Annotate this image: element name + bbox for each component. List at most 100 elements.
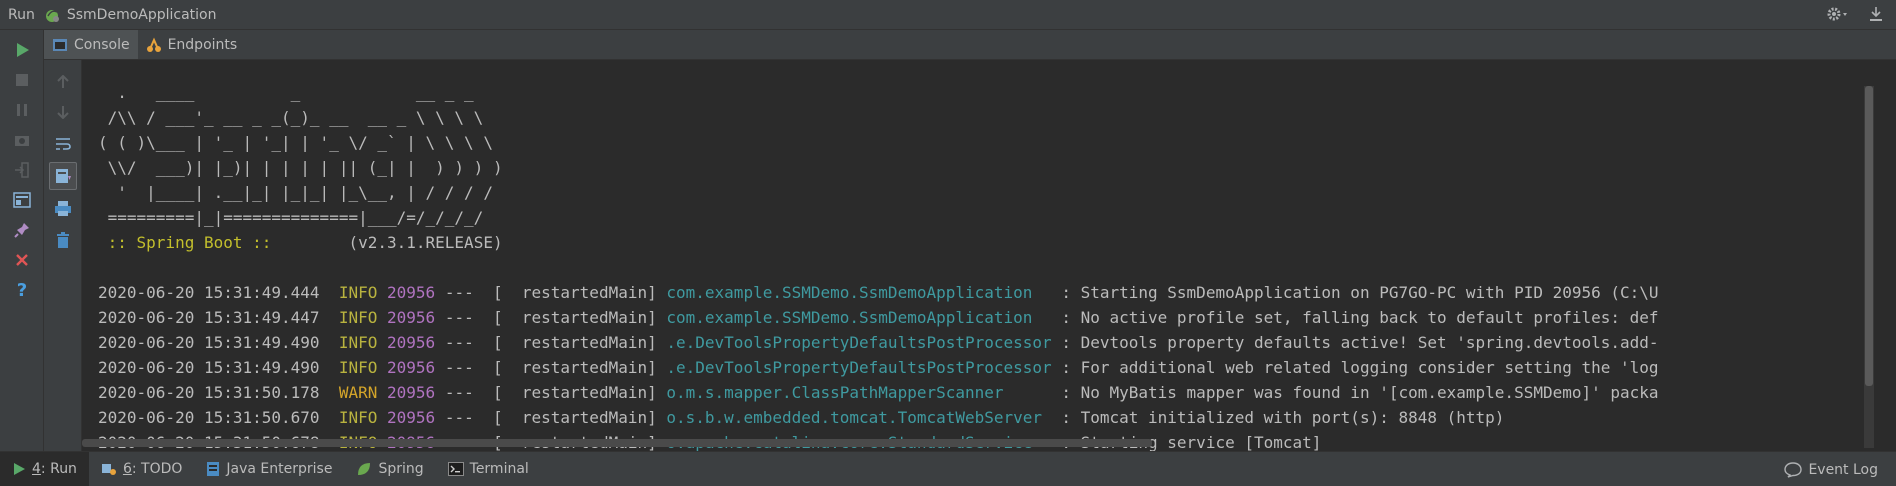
log-pid: 20956 <box>387 383 436 402</box>
toolwindow-event-log[interactable]: Event Log <box>1784 452 1878 486</box>
log-level: WARN <box>338 383 378 402</box>
run-config-name[interactable]: SsmDemoApplication <box>67 7 217 23</box>
log-timestamp: 2020-06-20 15:31:49.447 <box>98 308 320 327</box>
run-label: Run <box>8 6 35 23</box>
banner-line: . ____ _ __ _ _ <box>98 83 474 102</box>
banner-line: /\\ / ___'_ __ _ _(_)_ __ __ _ \ \ \ \ <box>98 108 484 127</box>
tab-console-label: Console <box>74 36 130 53</box>
dump-threads-button[interactable] <box>8 126 36 154</box>
horizontal-scrollbar-thumb[interactable] <box>82 439 1152 447</box>
hide-panel-icon[interactable] <box>1868 5 1884 23</box>
exit-icon <box>15 162 29 178</box>
log-message: : Devtools property defaults active! Set… <box>1051 333 1659 352</box>
log-message: : No MyBatis mapper was found in '[com.e… <box>1051 383 1659 402</box>
console-toolbar <box>44 60 82 451</box>
tab-console[interactable]: Console <box>44 30 138 59</box>
log-logger[interactable]: .e.DevToolsPropertyDefaultsPostProcessor <box>666 333 1051 352</box>
toolwindow-todo-label: : TODO <box>131 461 183 477</box>
java-enterprise-icon <box>207 462 220 476</box>
log-logger[interactable]: com.example.SSMDemo.SsmDemoApplication <box>666 308 1051 327</box>
log-message: : Starting SsmDemoApplication on PG7GO-P… <box>1051 283 1659 302</box>
log-level: INFO <box>338 308 378 327</box>
log-message: : Tomcat initialized with port(s): 8848 … <box>1051 408 1505 427</box>
scroll-to-end-button[interactable] <box>49 162 77 190</box>
log-thread: --- [ restartedMain] <box>444 383 657 402</box>
log-timestamp: 2020-06-20 15:31:50.178 <box>98 383 320 402</box>
stop-icon <box>16 74 28 86</box>
log-logger[interactable]: .e.DevToolsPropertyDefaultsPostProcessor <box>666 358 1051 377</box>
vertical-scrollbar[interactable] <box>1864 86 1874 448</box>
print-button[interactable] <box>49 194 77 222</box>
soft-wrap-button[interactable] <box>49 130 77 158</box>
log-pid: 20956 <box>387 333 436 352</box>
settings-gear-icon[interactable] <box>1826 5 1850 23</box>
banner-line: =========|_|==============|___/=/_/_/_/ <box>98 208 484 227</box>
spring-boot-version: (v2.3.1.RELEASE) <box>281 233 503 252</box>
rerun-button[interactable] <box>8 36 36 64</box>
exit-button[interactable] <box>8 156 36 184</box>
toolwindow-java-enterprise-label: Java Enterprise <box>226 461 333 477</box>
run-icon <box>14 463 25 475</box>
close-button[interactable] <box>8 246 36 274</box>
console-output[interactable]: . ____ _ __ _ _ /\\ / ___'_ __ _ _(_)_ _… <box>82 60 1896 451</box>
layout-icon <box>13 192 31 208</box>
log-pid: 20956 <box>387 358 436 377</box>
arrow-down-icon <box>57 106 69 119</box>
toolwindow-java-enterprise[interactable]: Java Enterprise <box>194 452 344 486</box>
console-text: . ____ _ __ _ _ /\\ / ___'_ __ _ _(_)_ _… <box>98 80 1659 451</box>
log-thread: --- [ restartedMain] <box>444 333 657 352</box>
pause-icon <box>17 104 27 116</box>
log-timestamp: 2020-06-20 15:31:50.670 <box>98 408 320 427</box>
run-left-toolbar: ? <box>0 30 44 451</box>
log-level: INFO <box>338 358 378 377</box>
restore-layout-button[interactable] <box>8 186 36 214</box>
close-icon <box>16 254 28 266</box>
log-timestamp: 2020-06-20 15:31:49.490 <box>98 358 320 377</box>
tab-endpoints[interactable]: Endpoints <box>138 30 246 59</box>
run-titlebar: Run SsmDemoApplication <box>0 0 1896 30</box>
trash-icon <box>57 232 69 248</box>
log-level: INFO <box>338 333 378 352</box>
tab-endpoints-label: Endpoints <box>167 36 238 53</box>
spring-boot-label: :: Spring Boot :: <box>98 233 282 252</box>
log-thread: --- [ restartedMain] <box>444 283 657 302</box>
todo-icon <box>101 464 116 475</box>
log-pid: 20956 <box>387 308 436 327</box>
log-pid: 20956 <box>387 283 436 302</box>
log-thread: --- [ restartedMain] <box>444 308 657 327</box>
banner-line: ' |____| .__|_| |_|_| |_\__, | / / / / <box>98 183 493 202</box>
endpoints-icon <box>146 37 161 52</box>
toolwindow-run-number: 4 <box>32 461 41 477</box>
pause-button[interactable] <box>8 96 36 124</box>
toolwindow-terminal-label: Terminal <box>469 461 529 477</box>
toolwindow-todo[interactable]: 6: TODO <box>89 452 194 486</box>
tool-window-bar: 4: Run 6: TODO Java Enterprise Spring Te… <box>0 451 1896 486</box>
terminal-icon <box>447 462 464 476</box>
run-tabbar: Console Endpoints <box>44 30 1896 60</box>
arrow-up-icon <box>57 75 69 88</box>
soft-wrap-icon <box>56 138 71 150</box>
toolwindow-spring[interactable]: Spring <box>344 452 435 486</box>
log-message: : For additional web related logging con… <box>1051 358 1659 377</box>
banner-line: ( ( )\___ | '_ | '_| | '_ \/ _` | \ \ \ … <box>98 133 493 152</box>
log-message: : No active profile set, falling back to… <box>1051 308 1659 327</box>
stop-button[interactable] <box>8 66 36 94</box>
pin-tab-button[interactable] <box>8 216 36 244</box>
log-logger[interactable]: com.example.SSMDemo.SsmDemoApplication <box>666 283 1051 302</box>
spring-boot-app-icon <box>45 9 59 22</box>
log-thread: --- [ restartedMain] <box>444 358 657 377</box>
toolwindow-spring-label: Spring <box>378 461 424 477</box>
scroll-up-button[interactable] <box>49 68 77 96</box>
toolwindow-todo-number: 6 <box>122 461 132 477</box>
log-timestamp: 2020-06-20 15:31:49.444 <box>98 283 320 302</box>
help-button[interactable]: ? <box>8 276 36 304</box>
log-logger[interactable]: o.s.b.w.embedded.tomcat.TomcatWebServer <box>666 408 1051 427</box>
toolwindow-run[interactable]: 4: Run <box>0 451 89 486</box>
scroll-down-button[interactable] <box>49 98 77 126</box>
log-logger[interactable]: o.m.s.mapper.ClassPathMapperScanner <box>666 383 1051 402</box>
log-level: INFO <box>338 408 378 427</box>
toolwindow-terminal[interactable]: Terminal <box>436 452 541 486</box>
clear-all-button[interactable] <box>49 226 77 254</box>
log-pid: 20956 <box>387 408 436 427</box>
vertical-scrollbar-thumb[interactable] <box>1865 86 1873 386</box>
